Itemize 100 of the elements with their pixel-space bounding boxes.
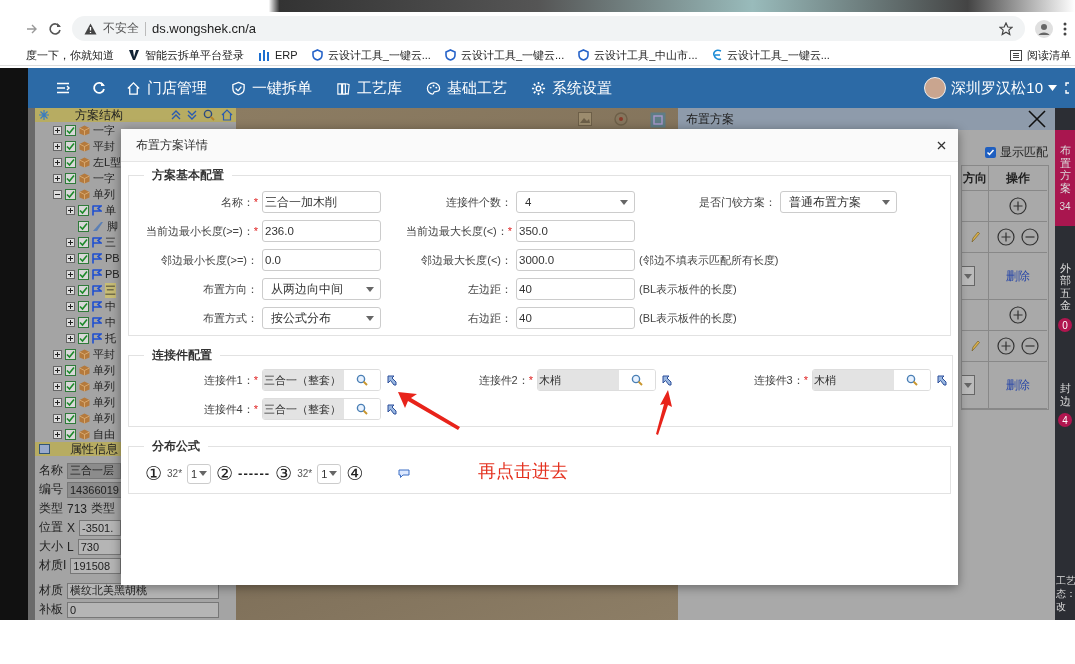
delete-link[interactable]: 删除 <box>1005 267 1030 285</box>
bookmark[interactable]: 度一下，你就知道 <box>26 47 114 63</box>
checkbox[interactable] <box>78 284 89 296</box>
expand-icon[interactable] <box>53 157 62 167</box>
checkbox[interactable] <box>78 316 89 328</box>
reading-list-link[interactable]: 阅读清单 <box>1027 47 1071 63</box>
nav-menu-item[interactable]: 系统设置 <box>531 78 612 98</box>
home-icon[interactable] <box>221 109 233 121</box>
tree-item[interactable]: 单列 <box>93 394 115 410</box>
side-tab[interactable]: 布置方案 34 <box>1055 130 1075 226</box>
expand-icon[interactable] <box>53 381 62 391</box>
star-icon[interactable] <box>999 21 1013 36</box>
input-field[interactable]: 40 <box>516 307 635 329</box>
expand-icon[interactable] <box>66 301 75 311</box>
checkbox[interactable] <box>65 396 76 408</box>
checkbox[interactable] <box>65 380 76 392</box>
tree-item[interactable]: 中 <box>105 298 116 314</box>
tree-item[interactable]: 一字 <box>93 122 115 138</box>
address-bar[interactable]: 不安全 ds.wongshek.cn/a <box>72 16 1025 41</box>
menu-icon[interactable] <box>56 82 70 94</box>
input-field[interactable]: 191508 <box>70 557 121 574</box>
tree-item[interactable]: 单 <box>105 202 116 218</box>
checkbox[interactable] <box>65 412 76 424</box>
bookmark[interactable]: ERP <box>275 49 298 61</box>
comment-icon[interactable] <box>398 468 411 479</box>
checkbox[interactable] <box>65 188 76 200</box>
bookmark[interactable]: 云设计工具_一键云... <box>726 47 830 63</box>
lookup-field[interactable]: 木梢 <box>812 369 931 391</box>
add-circle-icon[interactable] <box>1008 197 1027 215</box>
delete-link[interactable]: 删除 <box>1005 376 1030 394</box>
checkbox[interactable] <box>984 147 996 158</box>
checkbox[interactable] <box>65 124 76 136</box>
expand-icon[interactable] <box>53 365 62 375</box>
checkbox[interactable] <box>78 268 89 280</box>
tree-item[interactable]: 托 <box>105 330 116 346</box>
expand-icon[interactable] <box>53 173 62 183</box>
search-icon[interactable] <box>203 109 215 121</box>
expand-icon[interactable] <box>66 333 75 343</box>
input-field[interactable]: 0.0 <box>262 249 381 271</box>
bookmark[interactable]: 云设计工具_中山市... <box>594 47 698 63</box>
remove-circle-icon[interactable] <box>1020 228 1039 246</box>
expand-icon[interactable] <box>66 205 75 215</box>
expand-icon[interactable] <box>53 429 62 439</box>
side-tab[interactable]: 封边 4 <box>1055 368 1075 442</box>
checkbox[interactable] <box>65 172 76 184</box>
link-icon[interactable] <box>387 374 397 386</box>
checkbox[interactable] <box>65 348 76 360</box>
checkbox[interactable] <box>78 220 89 232</box>
expand-icon[interactable] <box>66 253 75 263</box>
select-field[interactable]: 普通布置方案 <box>780 191 897 213</box>
input-field[interactable]: -3501. <box>79 519 121 536</box>
input-field[interactable]: 40 <box>516 278 635 300</box>
nav-menu-item[interactable]: 工艺库 <box>336 78 402 98</box>
tree-item[interactable]: 三 <box>105 234 116 250</box>
link-icon[interactable] <box>662 374 672 386</box>
link-icon[interactable] <box>937 374 947 386</box>
input-field[interactable]: 350.0 <box>516 220 635 242</box>
checkbox[interactable] <box>78 252 89 264</box>
checkbox[interactable] <box>78 332 89 344</box>
input-field[interactable]: 0 <box>67 601 219 618</box>
tree-item[interactable]: 单列 <box>93 362 115 378</box>
bookmark[interactable]: 云设计工具_一键云... <box>460 47 565 63</box>
link-icon[interactable] <box>387 403 397 415</box>
checkbox[interactable] <box>65 428 76 440</box>
expand-icon[interactable] <box>66 317 75 327</box>
remove-circle-icon[interactable] <box>1020 337 1039 355</box>
input-field[interactable]: 730 <box>77 538 121 555</box>
input-field[interactable]: 236.0 <box>262 220 381 242</box>
refresh-icon[interactable] <box>92 81 106 95</box>
expand-icon[interactable] <box>53 141 62 151</box>
lookup-field[interactable]: 三合一（整套） <box>262 398 381 420</box>
bookmark[interactable]: 智能云拆单平台登录 <box>145 47 244 63</box>
input-field[interactable]: 三合一加木削 <box>262 191 381 213</box>
select-field[interactable]: 1 <box>187 463 212 484</box>
checkbox[interactable] <box>65 156 76 168</box>
tree-item[interactable]: 自由 <box>93 426 115 442</box>
tree-item[interactable]: 平封 <box>93 138 115 154</box>
avatar[interactable] <box>924 77 947 99</box>
checkbox[interactable] <box>78 204 89 216</box>
expand-icon[interactable] <box>66 285 75 295</box>
checkbox[interactable] <box>65 364 76 376</box>
profile-icon[interactable] <box>1035 19 1053 38</box>
select-field[interactable] <box>961 266 975 286</box>
checkbox[interactable] <box>65 140 76 152</box>
collapse-all-icon[interactable] <box>171 110 181 120</box>
add-circle-icon[interactable] <box>1008 306 1027 324</box>
tree-item[interactable]: 单列 <box>93 378 115 394</box>
user-name[interactable]: 深圳罗汉松10 <box>951 78 1043 98</box>
reload-icon[interactable] <box>48 21 62 36</box>
nav-menu-item[interactable]: 一键拆单 <box>231 78 312 98</box>
tree-item[interactable]: 单列 <box>93 186 115 202</box>
select-field[interactable] <box>961 375 975 395</box>
tree-item[interactable]: 脚 <box>107 218 118 234</box>
tree-item[interactable]: 中 <box>105 314 116 330</box>
expand-icon[interactable] <box>53 413 62 423</box>
expand-icon[interactable] <box>66 237 75 247</box>
forward-arrow-icon[interactable] <box>26 22 38 35</box>
checkbox[interactable] <box>78 300 89 312</box>
tree-item[interactable]: PB <box>105 252 120 264</box>
lookup-field[interactable]: 三合一（整套） <box>262 369 381 391</box>
